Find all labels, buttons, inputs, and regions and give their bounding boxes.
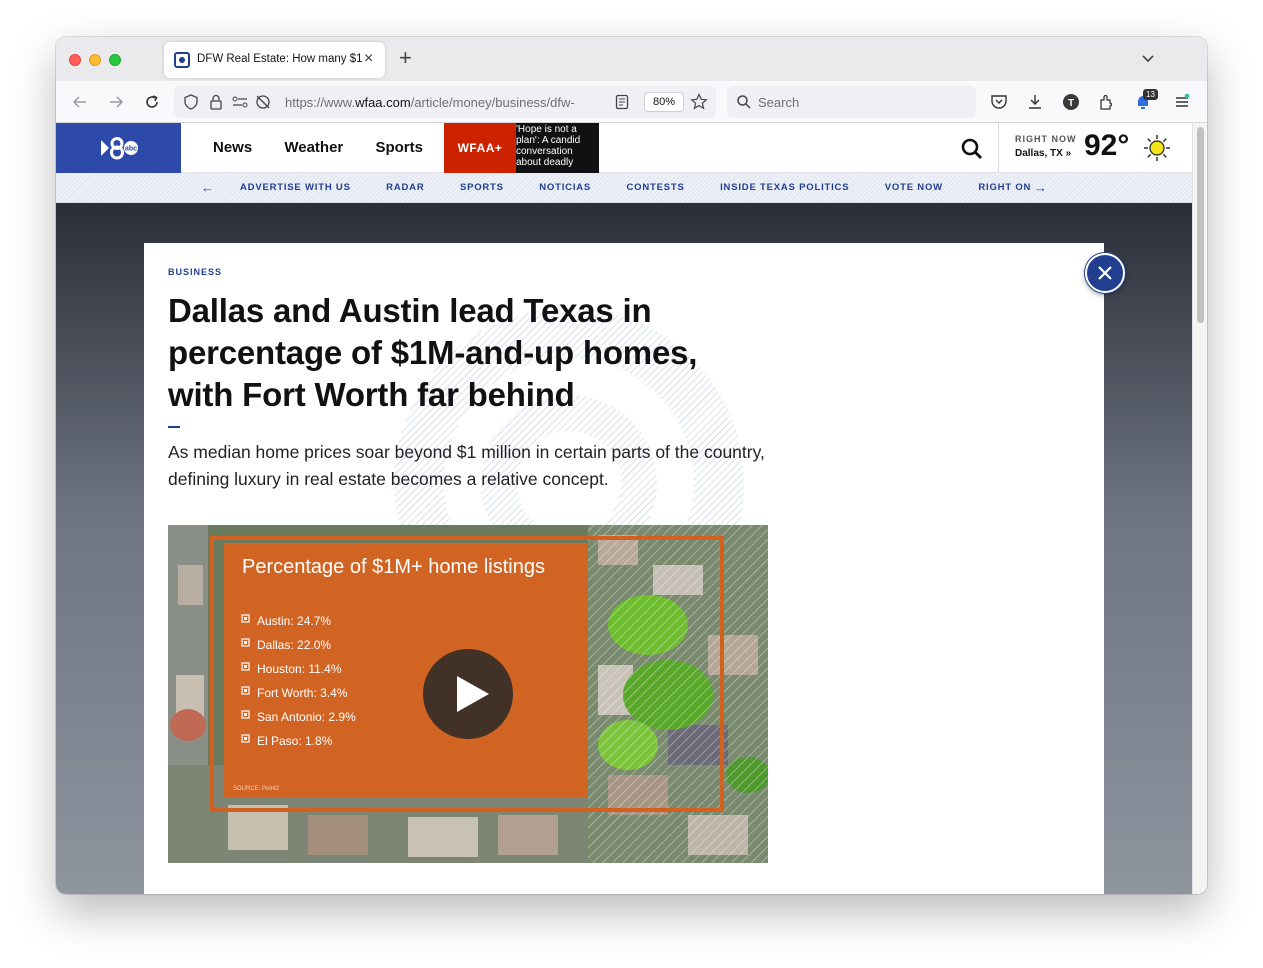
new-tab-button[interactable]: + bbox=[399, 47, 412, 69]
nav-weather[interactable]: Weather bbox=[284, 139, 343, 156]
wfaa-8-logo-icon: abc bbox=[100, 137, 138, 160]
list-all-tabs-icon[interactable] bbox=[1139, 49, 1157, 67]
zoom-window-button[interactable] bbox=[109, 54, 121, 66]
tab-strip: DFW Real Estate: How many $1 i × + bbox=[56, 37, 1207, 81]
wfaa-favicon-icon bbox=[174, 52, 190, 68]
page-scrollbar[interactable] bbox=[1192, 123, 1207, 894]
permissions-icon[interactable] bbox=[231, 94, 249, 110]
pocket-icon[interactable] bbox=[988, 91, 1010, 113]
reload-icon[interactable] bbox=[141, 91, 163, 113]
search-bar[interactable]: Search bbox=[727, 86, 976, 118]
article-summary: As median home prices soar beyond $1 mil… bbox=[168, 442, 765, 489]
weather-city-link[interactable]: Dallas, TX » bbox=[1015, 148, 1071, 159]
subnav-inside-texas-politics[interactable]: INSIDE TEXAS POLITICS bbox=[720, 182, 849, 193]
video-list-item: Dallas: 22.0% bbox=[257, 638, 331, 652]
app-menu-icon[interactable] bbox=[1171, 91, 1193, 113]
subnav-advertise[interactable]: ADVERTISE WITH US bbox=[240, 182, 351, 193]
tab-title: DFW Real Estate: How many $1 i bbox=[197, 53, 362, 65]
video-list-item: El Paso: 1.8% bbox=[257, 734, 333, 748]
forward-icon[interactable] bbox=[105, 91, 127, 113]
video-list-item: Houston: 11.4% bbox=[257, 662, 342, 676]
browser-window: DFW Real Estate: How many $1 i × + https… bbox=[56, 37, 1207, 894]
modal-overlay[interactable]: BUSINESS Dallas and Austin lead Texas in… bbox=[56, 203, 1192, 894]
svg-text:abc: abc bbox=[124, 146, 136, 153]
scrollbar-thumb[interactable] bbox=[1197, 127, 1204, 323]
nav-sports[interactable]: Sports bbox=[375, 139, 423, 156]
video-list-item: Austin: 24.7% bbox=[257, 614, 331, 628]
site-header: abc News Weather Sports WFAA+ 'Hope is n… bbox=[56, 123, 1192, 173]
tab-close-icon[interactable]: × bbox=[364, 50, 373, 68]
site-search-icon[interactable] bbox=[960, 137, 984, 161]
headline-rule bbox=[168, 426, 180, 428]
secondary-nav: ← ADVERTISE WITH US RADAR SPORTS NOTICIA… bbox=[56, 173, 1192, 203]
account-avatar-icon[interactable]: T bbox=[1060, 91, 1082, 113]
modal-close-button[interactable] bbox=[1085, 253, 1125, 293]
reader-view-icon[interactable] bbox=[615, 94, 629, 110]
subnav-sports[interactable]: SPORTS bbox=[460, 182, 504, 193]
subnav-noticias[interactable]: NOTICIAS bbox=[539, 182, 591, 193]
header-divider bbox=[998, 123, 999, 173]
page-viewport: abc News Weather Sports WFAA+ 'Hope is n… bbox=[56, 123, 1192, 894]
extension-badge-count: 13 bbox=[1143, 89, 1158, 100]
wfaa-plus-button[interactable]: WFAA+ bbox=[444, 123, 516, 173]
close-window-button[interactable] bbox=[69, 54, 81, 66]
subnav-right-arrow-icon[interactable]: → bbox=[1034, 180, 1047, 195]
url-bar[interactable]: https://www.wfaa.com/article/money/busin… bbox=[174, 86, 716, 118]
video-player[interactable]: Percentage of $1M+ home listings Austin:… bbox=[168, 525, 768, 863]
tab-active[interactable]: DFW Real Estate: How many $1 i × bbox=[164, 42, 385, 78]
close-icon bbox=[1098, 266, 1112, 280]
nav-news[interactable]: News bbox=[213, 139, 252, 156]
subnav-items: ADVERTISE WITH US RADAR SPORTS NOTICIAS … bbox=[240, 182, 1031, 193]
search-input[interactable]: Search bbox=[758, 95, 799, 110]
tracking-shield-icon[interactable] bbox=[183, 94, 199, 110]
video-list-item: San Antonio: 2.9% bbox=[257, 710, 356, 724]
search-icon bbox=[737, 95, 751, 109]
bookmark-star-icon[interactable] bbox=[690, 93, 708, 111]
url-text: https://www.wfaa.com/article/money/busin… bbox=[285, 95, 575, 110]
temperature-readout[interactable]: 92° bbox=[1084, 129, 1129, 163]
article-category[interactable]: BUSINESS bbox=[168, 267, 222, 277]
video-graphic-title: Percentage of $1M+ home listings bbox=[242, 556, 545, 578]
subnav-vote-now[interactable]: VOTE NOW bbox=[885, 182, 943, 193]
navigation-toolbar: https://www.wfaa.com/article/money/busin… bbox=[56, 81, 1207, 123]
subnav-radar[interactable]: RADAR bbox=[386, 182, 424, 193]
main-nav: News Weather Sports bbox=[213, 139, 451, 156]
subnav-contests[interactable]: CONTESTS bbox=[627, 182, 685, 193]
zoom-level-badge[interactable]: 80% bbox=[644, 92, 684, 112]
video-list-item: Fort Worth: 3.4% bbox=[257, 686, 348, 700]
promo-headline[interactable]: 'Hope is not a plan': A candid conversat… bbox=[516, 123, 599, 173]
subnav-right-on[interactable]: RIGHT ON bbox=[978, 182, 1031, 193]
extensions-icon[interactable] bbox=[1096, 91, 1118, 113]
subnav-left-arrow-icon[interactable]: ← bbox=[201, 180, 214, 195]
sunny-weather-icon bbox=[1144, 135, 1170, 161]
autoplay-blocked-icon[interactable] bbox=[254, 93, 272, 111]
article-modal: BUSINESS Dallas and Austin lead Texas in… bbox=[144, 243, 1104, 894]
downloads-icon[interactable] bbox=[1024, 91, 1046, 113]
minimize-window-button[interactable] bbox=[89, 54, 101, 66]
wfaa-logo[interactable]: abc bbox=[56, 123, 181, 173]
article-headline: Dallas and Austin lead Texas in percenta… bbox=[168, 292, 698, 413]
play-button-icon[interactable] bbox=[423, 649, 513, 739]
video-source-label: SOURCE: Point2 bbox=[233, 786, 280, 792]
svg-text:T: T bbox=[1068, 98, 1074, 109]
right-now-label: RIGHT NOW bbox=[1015, 134, 1077, 144]
lock-icon[interactable] bbox=[209, 94, 223, 110]
back-icon[interactable] bbox=[69, 91, 91, 113]
